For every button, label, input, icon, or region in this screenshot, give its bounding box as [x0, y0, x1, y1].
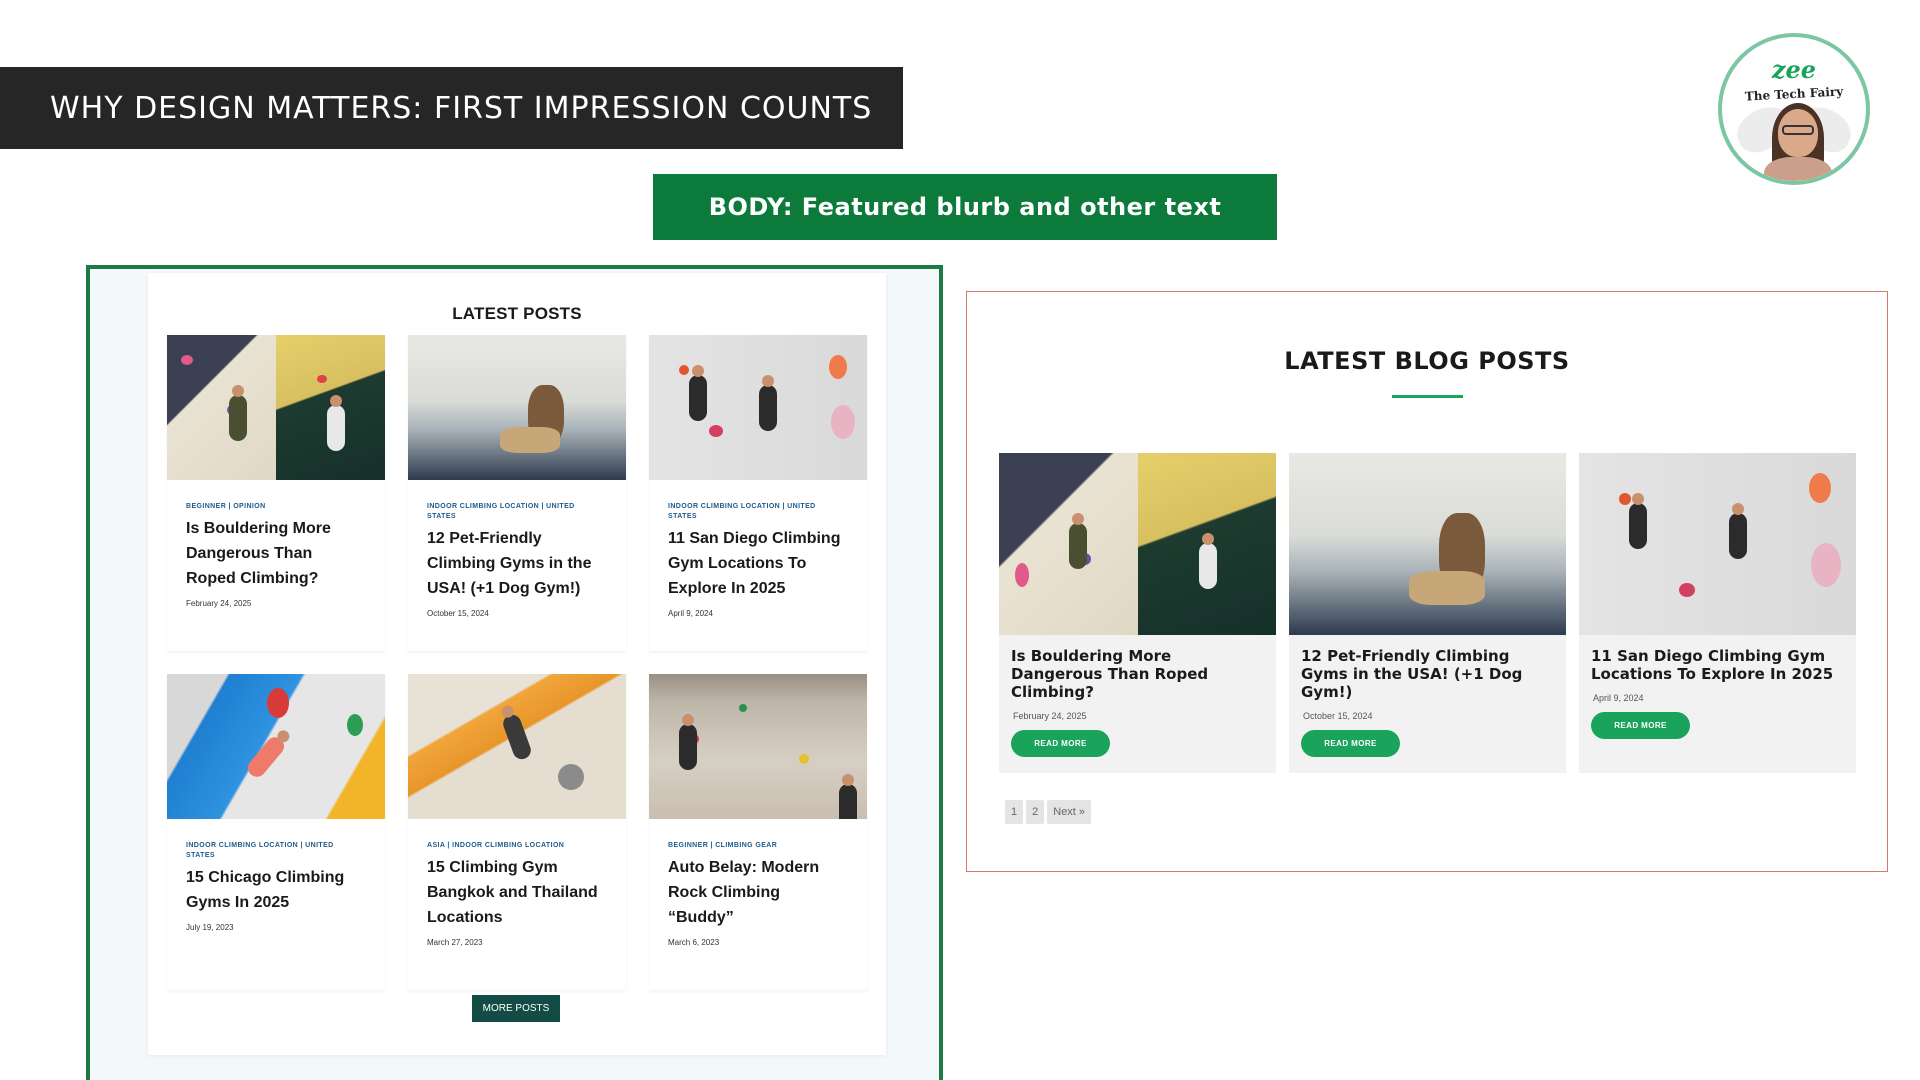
section-label-text: BODY: Featured blurb and other text	[708, 193, 1222, 221]
slide-title: WHY DESIGN MATTERS: FIRST IMPRESSION COU…	[50, 90, 873, 126]
heading-underline	[1392, 395, 1463, 398]
post-date: October 15, 2024	[427, 609, 489, 618]
post-title[interactable]: 12 Pet-Friendly Climbing Gyms in the USA…	[427, 526, 607, 601]
post-thumbnail[interactable]	[649, 674, 867, 819]
post-date: April 9, 2024	[668, 609, 713, 618]
blog-post-title[interactable]: 12 Pet-Friendly Climbing Gyms in the USA…	[1301, 647, 1554, 701]
post-title[interactable]: 15 Chicago Climbing Gyms In 2025	[186, 865, 366, 915]
post-card[interactable]: INDOOR CLIMBING LOCATION | UNITED STATES…	[167, 674, 385, 990]
latest-posts-heading: LATEST POSTS	[452, 304, 582, 323]
blog-post-title[interactable]: Is Bouldering More Dangerous Than Roped …	[1011, 647, 1264, 701]
blog-post-title[interactable]: 11 San Diego Climbing Gym Locations To E…	[1591, 647, 1844, 683]
blog-post-date: February 24, 2025	[1013, 711, 1087, 721]
post-date: February 24, 2025	[186, 599, 252, 608]
next-page-link[interactable]: Next »	[1047, 800, 1092, 824]
post-card[interactable]: BEGINNER | OPINION Is Bouldering More Da…	[167, 335, 385, 651]
blog-post-thumbnail[interactable]	[999, 453, 1276, 635]
post-card[interactable]: BEGINNER | CLIMBING GEAR Auto Belay: Mod…	[649, 674, 867, 990]
latest-blog-posts-example-frame: LATEST BLOG POSTS Is Bouldering More Dan…	[966, 291, 1888, 872]
blog-post-date: October 15, 2024	[1303, 711, 1373, 721]
blog-post-card[interactable]: 12 Pet-Friendly Climbing Gyms in the USA…	[1289, 453, 1566, 773]
post-thumbnail[interactable]	[408, 335, 626, 480]
post-category[interactable]: ASIA | INDOOR CLIMBING LOCATION	[427, 841, 597, 851]
post-title[interactable]: Is Bouldering More Dangerous Than Roped …	[186, 516, 366, 591]
logo-name: The Tech Fairy	[1744, 84, 1844, 104]
avatar-glasses	[1782, 125, 1814, 135]
post-category[interactable]: BEGINNER | OPINION	[186, 502, 356, 512]
read-more-button[interactable]: READ MORE	[1591, 712, 1690, 739]
blog-post-thumbnail[interactable]	[1289, 453, 1566, 635]
post-thumbnail[interactable]	[167, 674, 385, 819]
avatar-body	[1764, 157, 1832, 181]
read-more-button[interactable]: READ MORE	[1011, 730, 1110, 757]
slide-title-bar: WHY DESIGN MATTERS: FIRST IMPRESSION COU…	[0, 67, 903, 149]
latest-blog-posts-heading: LATEST BLOG POSTS	[1284, 347, 1570, 375]
post-category[interactable]: INDOOR CLIMBING LOCATION | UNITED STATES	[186, 841, 356, 861]
logo-script: zee	[1771, 55, 1817, 84]
page-2-link[interactable]: 2	[1026, 800, 1045, 824]
post-title[interactable]: 15 Climbing Gym Bangkok and Thailand Loc…	[427, 855, 607, 930]
post-category[interactable]: INDOOR CLIMBING LOCATION | UNITED STATES	[427, 502, 597, 522]
post-title[interactable]: Auto Belay: Modern Rock Climbing “Buddy”	[668, 855, 848, 930]
post-card[interactable]: INDOOR CLIMBING LOCATION | UNITED STATES…	[408, 335, 626, 651]
blog-post-card[interactable]: 11 San Diego Climbing Gym Locations To E…	[1579, 453, 1856, 773]
post-card[interactable]: ASIA | INDOOR CLIMBING LOCATION 15 Climb…	[408, 674, 626, 990]
latest-posts-example-frame: LATEST POSTS BEGINNER | OPINION Is Bould…	[86, 265, 943, 1080]
more-posts-button[interactable]: MORE POSTS	[472, 995, 560, 1022]
post-category[interactable]: INDOOR CLIMBING LOCATION | UNITED STATES	[668, 502, 838, 522]
post-thumbnail[interactable]	[167, 335, 385, 480]
post-category[interactable]: BEGINNER | CLIMBING GEAR	[668, 841, 838, 851]
post-title[interactable]: 11 San Diego Climbing Gym Locations To E…	[668, 526, 848, 601]
latest-posts-card: LATEST POSTS BEGINNER | OPINION Is Bould…	[148, 273, 886, 1055]
post-thumbnail[interactable]	[408, 674, 626, 819]
page-1-link[interactable]: 1	[1005, 800, 1024, 824]
tech-fairy-logo: zee The Tech Fairy	[1718, 33, 1870, 185]
read-more-button[interactable]: READ MORE	[1301, 730, 1400, 757]
blog-post-date: April 9, 2024	[1593, 693, 1644, 703]
post-card[interactable]: INDOOR CLIMBING LOCATION | UNITED STATES…	[649, 335, 867, 651]
post-date: March 27, 2023	[427, 938, 483, 947]
post-date: July 19, 2023	[186, 923, 234, 932]
post-date: March 6, 2023	[668, 938, 720, 947]
blog-post-card[interactable]: Is Bouldering More Dangerous Than Roped …	[999, 453, 1276, 773]
blog-post-thumbnail[interactable]	[1579, 453, 1856, 635]
post-thumbnail[interactable]	[649, 335, 867, 480]
pagination: 1 2 Next »	[1005, 800, 1092, 824]
section-label: BODY: Featured blurb and other text	[653, 174, 1277, 240]
